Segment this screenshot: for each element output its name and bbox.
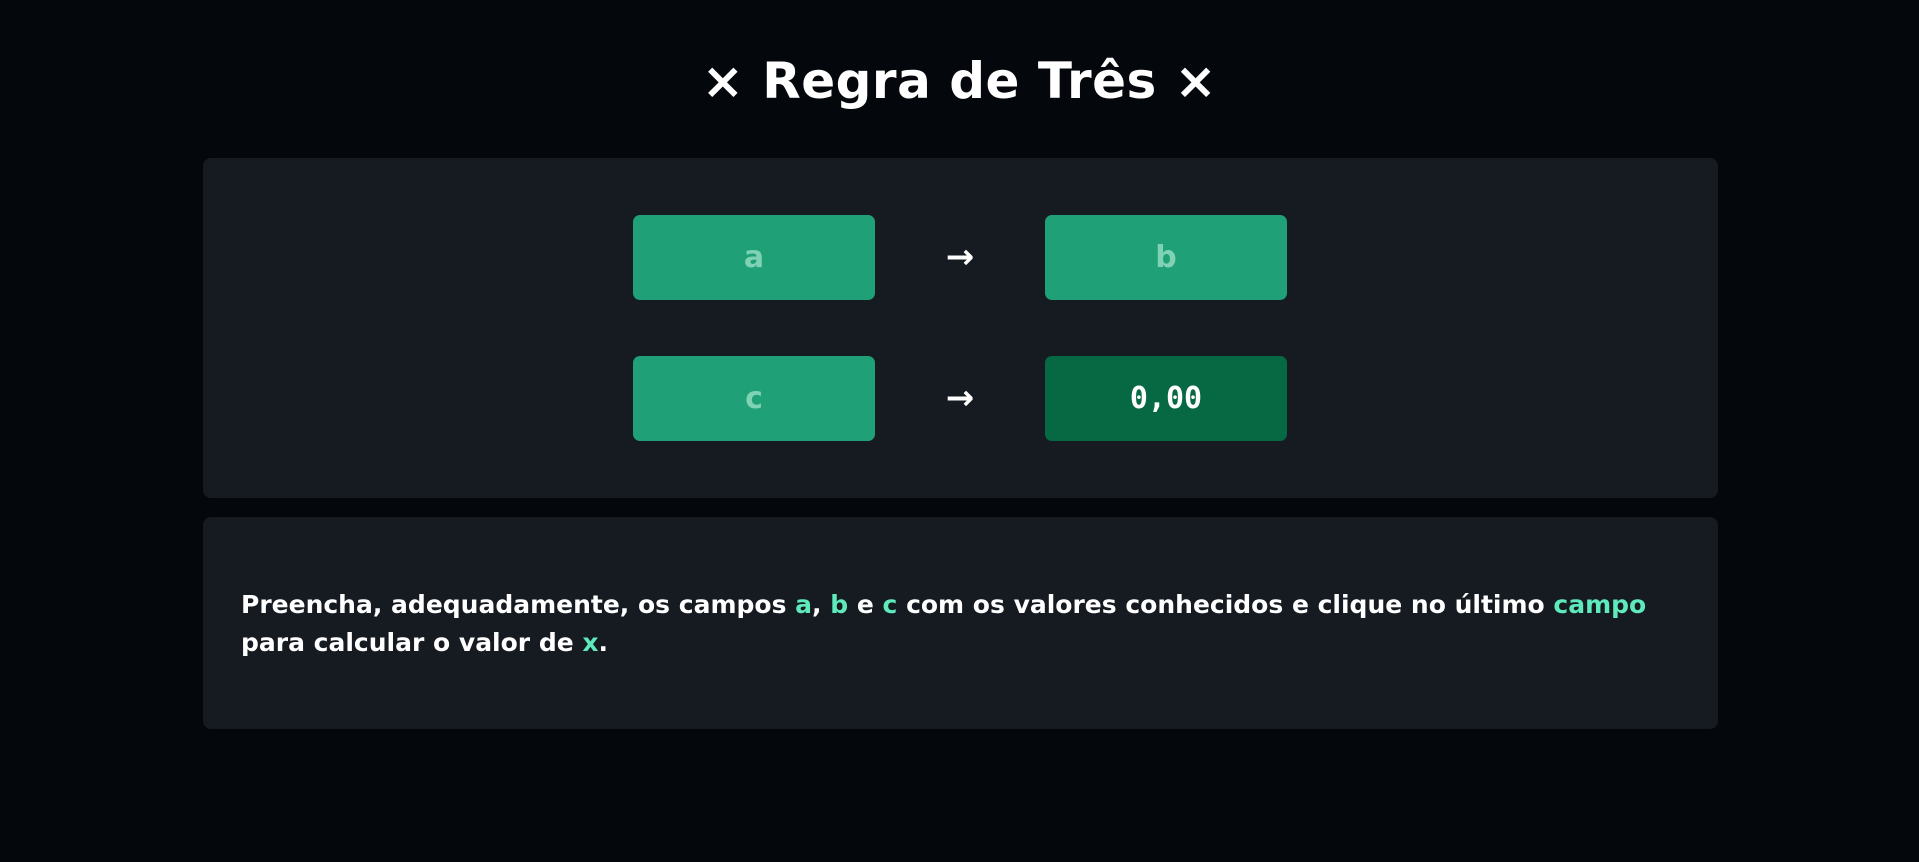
field-c-input[interactable] bbox=[633, 356, 875, 441]
highlight-b: b bbox=[830, 590, 849, 619]
field-b-input[interactable] bbox=[1045, 215, 1287, 300]
page-title: × Regra de Três × bbox=[701, 52, 1218, 110]
instructions-panel: Preencha, adequadamente, os campos a, b … bbox=[203, 517, 1718, 729]
highlight-campo: campo bbox=[1553, 590, 1647, 619]
field-a-input[interactable] bbox=[633, 215, 875, 300]
instructions-part: para calcular o valor de bbox=[241, 628, 583, 657]
instructions-part: Preencha, adequadamente, os campos bbox=[241, 590, 796, 619]
instructions-part: e bbox=[848, 590, 883, 619]
result-x-field[interactable]: 0,00 bbox=[1045, 356, 1287, 441]
highlight-c: c bbox=[882, 590, 898, 619]
arrow-right-icon: → bbox=[945, 237, 975, 277]
instructions-part: . bbox=[598, 628, 609, 657]
calculator-panel: → → 0,00 bbox=[203, 158, 1718, 498]
instructions-text: Preencha, adequadamente, os campos a, b … bbox=[241, 586, 1681, 662]
instructions-part: , bbox=[812, 590, 831, 619]
arrow-right-icon: → bbox=[945, 378, 975, 418]
instructions-part: com os valores conhecidos e clique no úl… bbox=[897, 590, 1554, 619]
highlight-a: a bbox=[795, 590, 813, 619]
highlight-x: x bbox=[582, 628, 599, 657]
